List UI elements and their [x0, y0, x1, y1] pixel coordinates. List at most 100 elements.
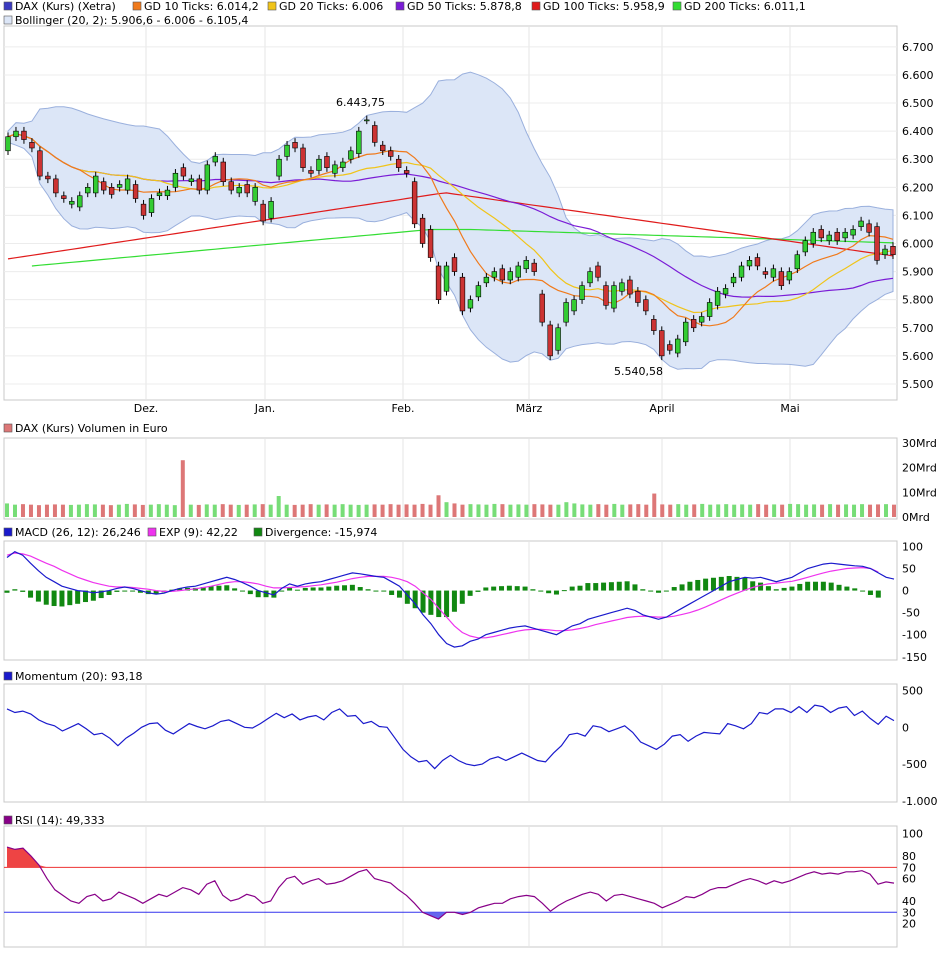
divergence-bar: [4, 590, 10, 593]
divergence-bar: [224, 585, 230, 591]
volume-bar: [180, 460, 185, 517]
macd-tick-label: -150: [902, 651, 927, 664]
divergence-bar: [695, 579, 701, 591]
volume-bar: [532, 504, 537, 517]
legend-volume-swatch: [3, 423, 13, 433]
low-annotation: 5.540,58: [614, 365, 663, 378]
volume-bar: [68, 504, 73, 517]
divergence-bar: [781, 587, 787, 591]
candle: [21, 130, 27, 140]
candle: [324, 156, 330, 168]
divergence-bar: [475, 590, 481, 592]
candle: [252, 187, 258, 202]
legend-volume: DAX (Kurs) Volumen in Euro: [15, 422, 168, 435]
momentum-tick-label: -1.000: [902, 795, 937, 808]
legend-kurs: DAX (Kurs) (Xetra): [15, 0, 116, 13]
candle: [236, 187, 242, 194]
volume-bar: [28, 504, 33, 517]
divergence-bar: [436, 590, 442, 618]
divergence-bar: [836, 584, 842, 591]
divergence-bar: [522, 586, 528, 591]
volume-bar: [700, 503, 705, 517]
volume-bar: [12, 504, 17, 517]
divergence-bar: [514, 586, 520, 591]
volume-bar: [604, 504, 609, 517]
legend-momentum-swatch: [3, 671, 13, 681]
legend-gd50: GD 50 Ticks: 5.878,8: [407, 0, 522, 13]
divergence-bar: [43, 590, 49, 605]
volume-bar: [844, 504, 849, 517]
divergence-bar: [616, 581, 622, 591]
divergence-bar: [357, 587, 363, 591]
volume-bar: [428, 504, 433, 517]
price-tick-label: 5.800: [902, 294, 934, 307]
candle: [531, 262, 537, 272]
volume-bar: [652, 493, 657, 517]
candle: [890, 246, 896, 256]
volume-bar: [876, 504, 881, 517]
candle: [499, 268, 506, 281]
divergence-bar: [216, 585, 222, 591]
candle: [451, 257, 458, 272]
volume-bar: [620, 504, 625, 517]
volume-bar: [356, 504, 361, 517]
month-label: Jan.: [254, 402, 275, 415]
divergence-bar: [28, 590, 34, 598]
panel-volume: [3, 437, 898, 520]
price-tick-label: 6.300: [902, 153, 934, 166]
candle: [627, 279, 633, 295]
divergence-bar: [302, 587, 308, 591]
volume-bar: [572, 503, 577, 517]
volume-bar: [292, 504, 297, 517]
volume-bar: [92, 504, 97, 517]
volume-bar: [44, 504, 49, 517]
divergence-bar: [451, 590, 457, 612]
volume-bar: [828, 504, 833, 517]
divergence-bar: [499, 586, 505, 591]
divergence-bar: [640, 589, 646, 591]
volume-bar: [76, 504, 81, 517]
candle: [459, 276, 466, 312]
legend-rsi-swatch: [3, 815, 13, 825]
divergence-bar: [679, 584, 685, 591]
volume-bar: [380, 504, 385, 517]
candle: [427, 229, 434, 258]
candle: [834, 231, 840, 241]
rsi-overbought-fill: [15, 848, 23, 868]
candle: [212, 156, 218, 163]
volume-bar: [124, 503, 129, 517]
volume-bar: [676, 504, 681, 517]
volume-bar: [396, 504, 401, 517]
candle: [124, 178, 131, 191]
rsi-tick-label: 20: [902, 918, 916, 931]
price-tick-label: 6.100: [902, 209, 934, 222]
volume-bar: [556, 504, 561, 517]
divergence-bar: [648, 590, 654, 592]
divergence-bar: [310, 587, 316, 591]
candle: [443, 265, 450, 292]
volume-bar: [836, 504, 841, 517]
volume-bar: [116, 504, 121, 517]
volume-bar: [588, 504, 593, 517]
volume-bar: [148, 504, 153, 517]
price-tick-label: 6.700: [902, 41, 934, 54]
divergence-bar: [789, 586, 795, 591]
candle: [571, 299, 577, 312]
candle: [411, 181, 418, 225]
high-annotation: 6.443,75: [336, 96, 385, 109]
volume-bar: [580, 504, 585, 517]
divergence-bar: [624, 581, 630, 591]
candle: [276, 158, 282, 177]
volume-bar: [868, 504, 873, 517]
candle: [395, 158, 402, 168]
legend-exp: EXP (9): 42,22: [159, 526, 238, 539]
divergence-bar: [342, 585, 348, 591]
volume-bar: [436, 495, 441, 517]
legend-gd200: GD 200 Ticks: 6.011,1: [684, 0, 806, 13]
macd-tick-label: -50: [902, 607, 920, 620]
candle: [316, 158, 322, 171]
volume-bar: [732, 504, 737, 517]
divergence-bar: [279, 590, 285, 592]
divergence-bar: [546, 590, 552, 594]
divergence-bar: [114, 590, 120, 592]
